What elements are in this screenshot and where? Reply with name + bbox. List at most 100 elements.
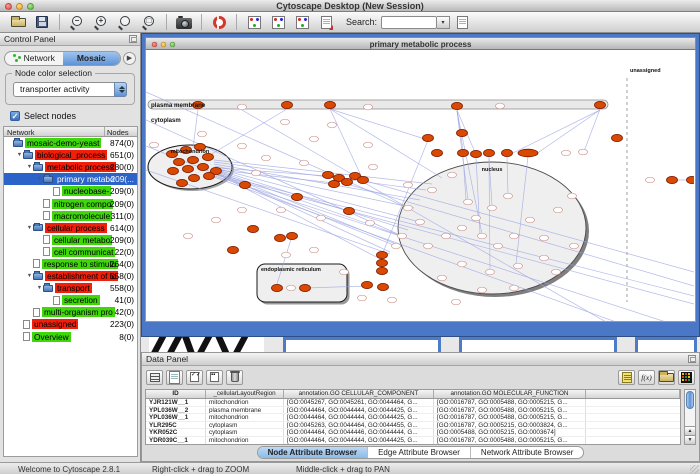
node-selected[interactable] <box>325 101 336 108</box>
node-selected[interactable] <box>362 281 373 288</box>
table-row[interactable]: YPL036W__1mitochondrion[GO:0044464, GO:0… <box>146 414 680 422</box>
tab-network[interactable]: Network <box>5 52 63 65</box>
node-selected[interactable] <box>612 134 623 141</box>
node-unselected[interactable] <box>540 255 549 261</box>
node-unselected[interactable] <box>496 103 505 109</box>
table-cell[interactable]: [GO:0045263, GO:0044464, GO:0044455, G..… <box>284 422 434 429</box>
plasma-membrane-region[interactable] <box>148 100 608 109</box>
node-selected[interactable] <box>248 225 259 232</box>
tree-row[interactable]: response to stimulu264(0) <box>4 258 137 270</box>
background-windows[interactable] <box>141 337 700 352</box>
tree-row[interactable]: ▼establishment of lo558(0) <box>4 270 137 282</box>
delete-attribute-button[interactable] <box>226 370 243 385</box>
scrollbar-thumb[interactable] <box>686 391 694 409</box>
attribute-table[interactable]: ID_cellularLayoutRegionannotation.GO CEL… <box>145 389 681 445</box>
search-dropdown-icon[interactable]: ▾ <box>437 16 450 29</box>
tree-row[interactable]: mosaic-demo-yeast874(0) <box>4 137 137 149</box>
node-selected[interactable] <box>228 246 239 253</box>
expander-icon[interactable]: ▼ <box>16 152 23 158</box>
node-unselected[interactable] <box>238 207 247 213</box>
table-cell[interactable]: [GO:0016787, GO:0005215, GO:0003824, G..… <box>434 422 586 429</box>
tree-row[interactable]: cell communicat22(0) <box>4 246 137 258</box>
node-selected[interactable] <box>292 193 303 200</box>
node-unselected[interactable] <box>554 207 563 213</box>
tab-edge-attribute-browser[interactable]: Edge Attribute Browser <box>368 447 471 458</box>
node-unselected[interactable] <box>488 205 497 211</box>
node-unselected[interactable] <box>310 136 319 142</box>
network-graph[interactable]: plasma membranecytoplasmmitochondrionnuc… <box>146 50 694 322</box>
node-selected[interactable] <box>287 232 298 239</box>
node-unselected[interactable] <box>328 122 337 128</box>
node-selected[interactable] <box>502 149 513 156</box>
node-unselected[interactable] <box>428 187 437 193</box>
column-header[interactable]: ID <box>146 390 206 398</box>
function-builder-button[interactable]: f(x) <box>638 370 655 385</box>
unselect-all-attributes-button[interactable]: ▪▪ <box>206 370 223 385</box>
table-cell[interactable]: [GO:0016787, GO:0005488, GO:0005215, G..… <box>434 399 586 406</box>
import-attributes-button[interactable] <box>658 370 675 385</box>
node-color-dropdown[interactable]: transporter activity <box>13 82 127 97</box>
tree-row[interactable]: unassigned223(0) <box>4 318 137 330</box>
table-cell[interactable]: YDR039C__1 <box>146 437 206 444</box>
node-selected[interactable] <box>300 284 311 291</box>
tree-row[interactable]: nitrogen compo209(0) <box>4 197 137 209</box>
node-selected[interactable] <box>471 150 482 157</box>
zoom-in-button[interactable]: + <box>90 13 112 31</box>
tree-row[interactable]: Overview8(0) <box>4 331 137 343</box>
node-unselected[interactable] <box>424 243 433 249</box>
window-titlebar[interactable]: Cytoscape Desktop (New Session) <box>0 0 700 12</box>
float-panel-icon[interactable] <box>688 355 696 363</box>
node-unselected[interactable] <box>570 243 579 249</box>
table-cell[interactable]: [GO:0044464, GO:0044444, GO:0044425, G..… <box>284 414 434 421</box>
cascaded-window-sliver[interactable] <box>459 337 617 352</box>
column-header[interactable]: annotation.GO MOLECULAR_FUNCTION <box>434 390 586 398</box>
tab-mosaic[interactable]: Mosaic <box>63 52 121 65</box>
node-selected[interactable] <box>323 171 334 178</box>
table-cell[interactable]: cytoplasm <box>206 422 284 429</box>
node-unselected[interactable] <box>238 104 247 110</box>
scroll-up-icon[interactable]: ▲ <box>685 426 695 435</box>
node-unselected[interactable] <box>310 247 319 253</box>
table-cell[interactable]: [GO:0016787, GO:0005488, GO:0005215, G..… <box>434 407 586 414</box>
node-unselected[interactable] <box>287 285 296 291</box>
tree-row[interactable]: secretion41(0) <box>4 294 137 306</box>
node-unselected[interactable] <box>472 215 481 221</box>
expander-icon[interactable]: ▼ <box>26 273 33 279</box>
edge[interactable] <box>330 109 428 140</box>
node-selected[interactable] <box>458 149 469 156</box>
edge[interactable] <box>214 160 432 184</box>
float-panel-icon[interactable] <box>129 35 137 43</box>
tree-row[interactable]: multi-organism pro42(0) <box>4 306 137 318</box>
node-unselected[interactable] <box>540 235 549 241</box>
table-cell[interactable]: YLR295C <box>146 422 206 429</box>
node-unselected[interactable] <box>281 119 290 125</box>
edge[interactable] <box>215 168 420 222</box>
network-canvas[interactable]: plasma membranecytoplasmmitochondrionnuc… <box>145 50 696 322</box>
table-cell[interactable]: [GO:0044464, GO:0044444, GO:0044425, G..… <box>284 437 434 444</box>
node-unselected[interactable] <box>568 193 577 199</box>
node-selected[interactable] <box>687 176 695 183</box>
tree-row[interactable]: ▼biological_process651(0) <box>4 149 137 161</box>
node-selected[interactable] <box>198 163 209 170</box>
node-unselected[interactable] <box>486 269 495 275</box>
edge[interactable] <box>536 110 600 154</box>
node-unselected[interactable] <box>510 285 519 291</box>
node-selected[interactable] <box>667 176 678 183</box>
zoom-out-button[interactable]: − <box>66 13 88 31</box>
node-selected[interactable] <box>423 134 434 141</box>
table-row[interactable]: YJR121W__1mitochondrion[GO:0045267, GO:0… <box>146 399 680 407</box>
table-row[interactable]: YLR295Ccytoplasm[GO:0045263, GO:0044464,… <box>146 422 680 430</box>
edge[interactable] <box>242 110 355 176</box>
node-unselected[interactable] <box>277 207 286 213</box>
snapshot-camera-button[interactable] <box>173 13 195 31</box>
search-input[interactable] <box>381 16 437 29</box>
node-unselected[interactable] <box>416 219 425 225</box>
node-selected[interactable] <box>344 207 355 214</box>
table-cell[interactable]: [GO:0005488, GO:0005215, GO:0003674] <box>434 429 586 436</box>
tree-row[interactable]: ▼metabolic process280(0) <box>4 161 137 173</box>
node-selected[interactable] <box>377 251 388 258</box>
node-unselected[interactable] <box>458 261 467 267</box>
node-selected[interactable] <box>329 180 340 187</box>
node-unselected[interactable] <box>494 243 503 249</box>
node-selected-wide[interactable] <box>518 149 538 157</box>
